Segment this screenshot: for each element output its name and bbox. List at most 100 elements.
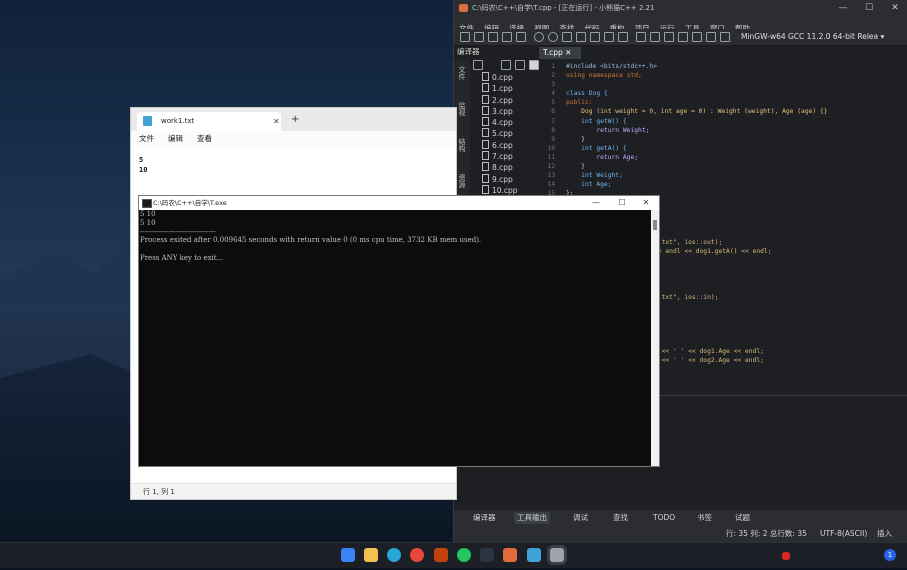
list-item[interactable]: 4.cpp: [482, 117, 537, 128]
save-all-icon[interactable]: [502, 32, 512, 42]
side-tab-files[interactable]: 文件: [457, 66, 467, 80]
file-icon: [482, 184, 489, 194]
wechat-icon[interactable]: [457, 548, 471, 562]
new-folder-icon[interactable]: [501, 60, 511, 70]
file-icon: [482, 128, 489, 138]
menu-view[interactable]: 查看: [197, 131, 212, 146]
refresh-icon[interactable]: [515, 60, 525, 70]
panda-ide-icon[interactable]: [503, 548, 517, 562]
tab-problems[interactable]: 试题: [732, 512, 753, 524]
save-icon[interactable]: [488, 32, 498, 42]
list-item[interactable]: 1.cpp: [482, 83, 537, 94]
compiler-panel-title: 编译器: [457, 47, 480, 56]
tab-tool-output[interactable]: 工具输出: [514, 512, 550, 524]
notepad-icon: [143, 116, 152, 126]
code-line: return Age;: [566, 153, 639, 161]
app-icon[interactable]: [434, 548, 448, 562]
list-item[interactable]: 3.cpp: [482, 105, 537, 117]
console-taskbar-icon[interactable]: [550, 548, 564, 562]
step-icon[interactable]: [664, 32, 674, 42]
unindent-icon[interactable]: [692, 32, 702, 42]
redo-icon[interactable]: [548, 32, 558, 42]
menu-file[interactable]: 文件: [139, 131, 154, 146]
debug-icon[interactable]: [650, 32, 660, 42]
text-line: 10: [139, 166, 148, 174]
close-file-icon[interactable]: [516, 32, 526, 42]
side-tab-watch[interactable]: 监视: [457, 102, 467, 116]
maximize-icon[interactable]: ☐: [856, 0, 882, 16]
list-item[interactable]: 2.cpp: [482, 94, 537, 106]
start-icon[interactable]: [341, 548, 355, 562]
scrollbar-thumb[interactable]: [653, 220, 657, 230]
notepad-tab[interactable]: work1.txt ✕: [137, 112, 281, 131]
tab-t-cpp[interactable]: T.cpp ✕: [539, 47, 581, 59]
maximize-icon[interactable]: ☐: [609, 196, 635, 210]
notepad-tabbar: work1.txt ✕ +: [131, 108, 456, 131]
tab-bookmarks[interactable]: 书签: [694, 512, 715, 524]
stop-icon[interactable]: [706, 32, 716, 42]
console-window: C:\码农\C++\自学\T.exe — ☐ ✕ 5 10 5 10 -----…: [138, 195, 660, 467]
find-icon[interactable]: [562, 32, 572, 42]
tray-icon[interactable]: [782, 552, 790, 560]
close-icon[interactable]: ✕: [633, 196, 659, 210]
list-item[interactable]: 8.cpp: [482, 162, 537, 173]
menu-edit[interactable]: 编辑: [168, 131, 183, 146]
console-line: 5 10: [140, 218, 156, 227]
list-item[interactable]: 5.cpp: [482, 128, 537, 139]
search-icon[interactable]: [480, 548, 494, 562]
code-line: 1.txt", ios::out);: [654, 239, 723, 246]
list-item[interactable]: 6.cpp: [482, 139, 537, 151]
code-line: t << ' ' << dog1.Age << endl;: [654, 348, 764, 356]
list-item[interactable]: 7.cpp: [482, 151, 537, 162]
side-tab-resources[interactable]: 资源: [457, 174, 467, 188]
indent-icon[interactable]: [678, 32, 688, 42]
chrome-icon[interactable]: [410, 548, 424, 562]
console-titlebar[interactable]: C:\码农\C++\自学\T.exe — ☐ ✕: [139, 196, 659, 210]
ide-menubar: 文件 编辑 选择 视图 查找 代码 重构 项目 运行 工具 窗口 帮助: [454, 16, 907, 33]
ide-titlebar[interactable]: C:\码农\C++\自学\T.cpp - [正在运行] - 小熊猫C++ 2.2…: [454, 0, 907, 16]
code-line: t << ' ' << dog2.Age << endl;: [654, 357, 764, 365]
tab-todo[interactable]: TODO: [650, 512, 678, 524]
edge-icon[interactable]: [387, 548, 401, 562]
close-icon[interactable]: ✕: [273, 112, 280, 131]
replace-icon[interactable]: [576, 32, 586, 42]
code-line: #include <bits/stdc++.h>: [566, 63, 657, 70]
project-toolbar: [471, 58, 539, 70]
list-item[interactable]: 0.cpp: [482, 72, 537, 83]
compile-run-icon[interactable]: [618, 32, 628, 42]
filter-icon[interactable]: [529, 60, 539, 70]
console-line: --------------------------------: [140, 227, 216, 236]
compile-icon[interactable]: [590, 32, 600, 42]
tab-compiler[interactable]: 编译器: [470, 512, 499, 524]
encoding[interactable]: UTF-8(ASCII): [820, 526, 867, 542]
rebuild-icon[interactable]: [636, 32, 646, 42]
add-tab-icon[interactable]: +: [291, 112, 299, 128]
open-file-icon[interactable]: [474, 32, 484, 42]
side-tab-structure[interactable]: 结构: [457, 138, 467, 152]
console-scrollbar[interactable]: [651, 210, 659, 466]
tab-debug[interactable]: 调试: [570, 512, 591, 524]
close-icon[interactable]: ✕: [882, 0, 907, 16]
toggle-comment-icon[interactable]: [720, 32, 730, 42]
compiler-select[interactable]: MinGW-w64 GCC 11.2.0 64-bit Relea ▾: [737, 30, 907, 43]
run-icon[interactable]: [604, 32, 614, 42]
tab-find[interactable]: 查找: [610, 512, 631, 524]
file-explorer-icon[interactable]: [364, 548, 378, 562]
folder-icon[interactable]: [473, 60, 483, 70]
minimize-icon[interactable]: —: [583, 196, 609, 210]
file-icon: [482, 94, 489, 104]
minimize-icon[interactable]: —: [830, 0, 856, 16]
undo-icon[interactable]: [534, 32, 544, 42]
notification-badge[interactable]: 1: [884, 549, 896, 561]
ide-title-text: C:\码农\C++\自学\T.cpp - [正在运行] - 小熊猫C++ 2.2…: [472, 4, 655, 12]
console-icon: [142, 199, 152, 208]
new-file-icon[interactable]: [460, 32, 470, 42]
console-output[interactable]: 5 10 5 10 ------------------------------…: [139, 210, 651, 466]
notepad-taskbar-icon[interactable]: [527, 548, 541, 562]
code-line: using namespace std;: [566, 72, 642, 80]
list-item[interactable]: 9.cpp: [482, 173, 537, 185]
